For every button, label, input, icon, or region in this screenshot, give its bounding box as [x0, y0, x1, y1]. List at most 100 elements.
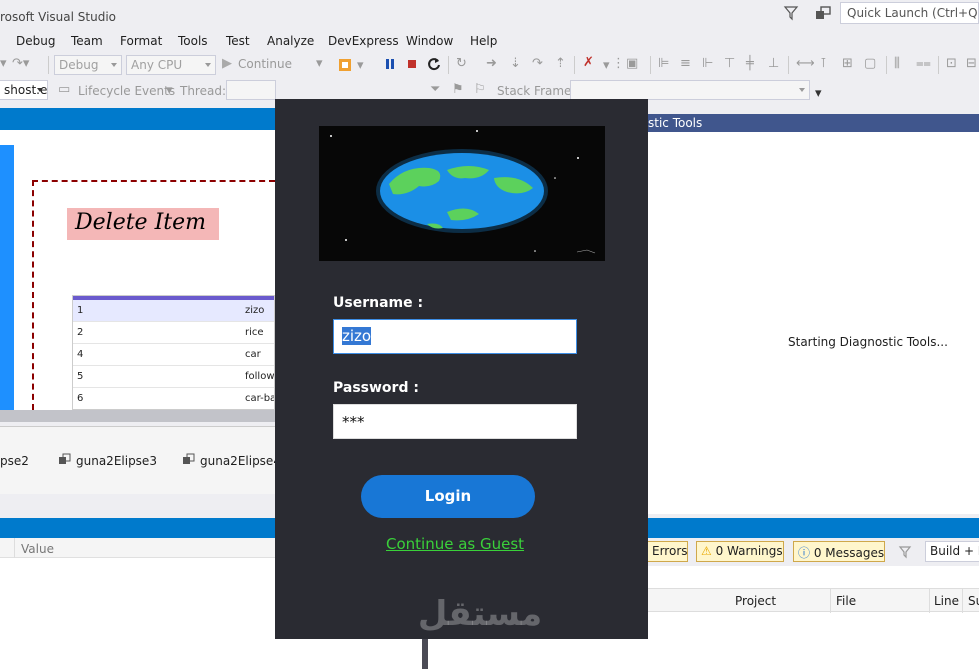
step-back-icon[interactable]: ⇡ — [555, 56, 566, 72]
tray-item[interactable]: guna2Elipse4 — [200, 454, 281, 468]
notification-filter-icon[interactable] — [783, 5, 799, 21]
thread-combo[interactable] — [226, 80, 276, 100]
errors-label: Errors — [652, 544, 688, 558]
breakpoint-toggle-icon[interactable]: ✗ — [583, 55, 594, 71]
login-form: Username : zizo Password : *** Login Con… — [275, 99, 648, 639]
row-name: rice — [245, 327, 264, 338]
delete-item-label[interactable]: Delete Item — [67, 208, 219, 240]
size-to-grid-icon[interactable]: ⊞ — [842, 56, 853, 72]
step-into-icon[interactable]: ➜ — [486, 56, 497, 72]
pause-icon[interactable] — [383, 57, 397, 71]
vertical-spacing-icon[interactable]: ⩵ — [916, 56, 931, 72]
horizontal-scrollbar[interactable] — [0, 410, 275, 422]
project-column-header[interactable]: Project — [735, 594, 776, 608]
center-vertically-icon[interactable]: ⊟ — [966, 56, 977, 72]
menu-tools[interactable]: Tools — [178, 34, 208, 48]
errors-filter-button[interactable]: Errors — [648, 541, 688, 562]
restart-icon[interactable] — [426, 56, 442, 72]
align-middle-icon[interactable]: ╪ — [746, 56, 754, 72]
chevron-down-icon[interactable]: ▾ — [603, 58, 610, 74]
table-row[interactable]: 6 car-ba — [73, 388, 274, 409]
center-horizontally-icon[interactable]: ⊡ — [946, 56, 957, 72]
step-over-icon[interactable]: ⇣ — [510, 56, 521, 72]
username-label: Username : — [333, 295, 424, 311]
continue-button[interactable]: Continue — [238, 56, 292, 72]
stack-frame-combo[interactable] — [570, 80, 810, 100]
process-combo[interactable]: shost.e — [0, 80, 48, 100]
properties-panel: Value — [0, 538, 275, 669]
toolbar-separator — [48, 56, 49, 74]
build-intellisense-combo[interactable]: Build + In — [925, 541, 979, 562]
menu-team[interactable]: Team — [71, 34, 103, 48]
username-input[interactable]: zizo — [333, 319, 577, 354]
table-row[interactable]: 5 followe — [73, 366, 274, 388]
toolbar-options-icon[interactable]: ▾ — [815, 86, 822, 102]
menu-devexpress[interactable]: DevExpress — [328, 34, 399, 48]
flag-thread-icon[interactable]: ⚐ — [474, 82, 486, 98]
data-grid[interactable]: 1 zizo 2 rice 4 car 5 followe 6 car-ba — [72, 295, 275, 410]
tray-item[interactable]: pse2 — [0, 454, 29, 468]
chevron-down-icon[interactable]: ▾ — [357, 58, 364, 74]
attach-process-icon[interactable] — [336, 56, 354, 74]
table-row[interactable]: 4 car — [73, 344, 274, 366]
messages-filter-button[interactable]: ⓘ 0 Messages — [793, 541, 885, 562]
warnings-filter-button[interactable]: ⚠ 0 Warnings — [696, 541, 784, 562]
row-name: zizo — [245, 305, 265, 316]
make-same-width-icon[interactable]: ⟷ — [796, 56, 815, 72]
properties-tab-strip — [0, 518, 275, 538]
align-bottom-icon[interactable]: ⊥ — [768, 56, 779, 72]
platform-combo[interactable]: Any CPU — [126, 55, 216, 75]
filter-icon[interactable]: ⏷ — [430, 82, 440, 98]
panel-gap — [0, 494, 275, 518]
continue-as-guest-link[interactable]: Continue as Guest — [386, 535, 524, 553]
menu-test[interactable]: Test — [226, 34, 250, 48]
feedback-icon[interactable] — [814, 5, 832, 23]
stack-frame-label: Stack Frame: — [497, 84, 576, 98]
menu-debug[interactable]: Debug — [16, 34, 55, 48]
quick-launch-input[interactable]: Quick Launch (Ctrl+Q) — [840, 2, 979, 24]
menu-analyze[interactable]: Analyze — [267, 34, 314, 48]
flag-icon[interactable]: ⚑ — [452, 82, 464, 98]
play-icon[interactable]: ▶ — [222, 56, 232, 72]
suppression-column-header[interactable]: Su — [968, 594, 979, 608]
diagnostic-tools-tab[interactable]: stic Tools — [648, 114, 979, 132]
properties-header: Value — [0, 538, 275, 558]
horizontal-spacing-icon[interactable]: ⫼ — [894, 56, 900, 72]
login-button[interactable]: Login — [361, 475, 535, 518]
info-icon: ⓘ — [798, 546, 811, 560]
chevron-down-icon[interactable]: ▾ — [316, 56, 323, 72]
menu-window[interactable]: Window — [406, 34, 453, 48]
stop-icon[interactable] — [405, 57, 419, 71]
diagnostic-tools-title: stic Tools — [648, 116, 703, 130]
show-next-statement-icon[interactable]: ↻ — [456, 56, 467, 72]
line-column-header[interactable]: Line — [934, 594, 959, 608]
step-out-icon[interactable]: ↷ — [532, 56, 543, 72]
align-left-icon[interactable]: ⊫ — [658, 56, 669, 72]
standard-toolbar: ▾ ↷▾ Debug Any CPU ▶ Continue ▾ ▾ ↻ ➜ ⇣ … — [0, 52, 979, 78]
configuration-combo[interactable]: Debug — [54, 55, 122, 75]
table-row[interactable]: 2 rice — [73, 322, 274, 344]
lifecycle-events-button[interactable]: Lifecycle Events — [78, 83, 175, 99]
make-same-size-icon[interactable]: ▢ — [864, 56, 876, 72]
password-input[interactable]: *** — [333, 404, 577, 439]
align-right-icon[interactable]: ⊩ — [702, 56, 713, 72]
chevron-down-icon[interactable]: ▾ — [166, 83, 173, 99]
file-column-header[interactable]: File — [836, 594, 856, 608]
clear-filter-icon[interactable] — [898, 544, 914, 560]
table-row[interactable]: 1 zizo — [73, 300, 274, 322]
undo-dropdown-icon[interactable]: ▾ — [0, 56, 7, 72]
tray-item[interactable]: guna2Elipse3 — [76, 454, 157, 468]
chevron-down-icon — [111, 63, 117, 67]
value-column-header[interactable]: Value — [21, 542, 54, 556]
row-id: 4 — [77, 349, 84, 360]
menu-format[interactable]: Format — [120, 34, 162, 48]
diagnostic-tools-panel: Starting Diagnostic Tools... — [648, 132, 979, 514]
redo-icon[interactable]: ↷▾ — [12, 56, 29, 72]
row-name: followe — [245, 371, 275, 382]
row-id: 5 — [77, 371, 84, 382]
make-same-height-icon[interactable]: ⊺ — [820, 56, 827, 72]
align-top-icon[interactable]: ⊤ — [724, 56, 735, 72]
align-center-icon[interactable]: ≡ — [680, 56, 691, 72]
bring-to-front-icon[interactable]: ▣ — [626, 56, 638, 72]
menu-help[interactable]: Help — [470, 34, 497, 48]
